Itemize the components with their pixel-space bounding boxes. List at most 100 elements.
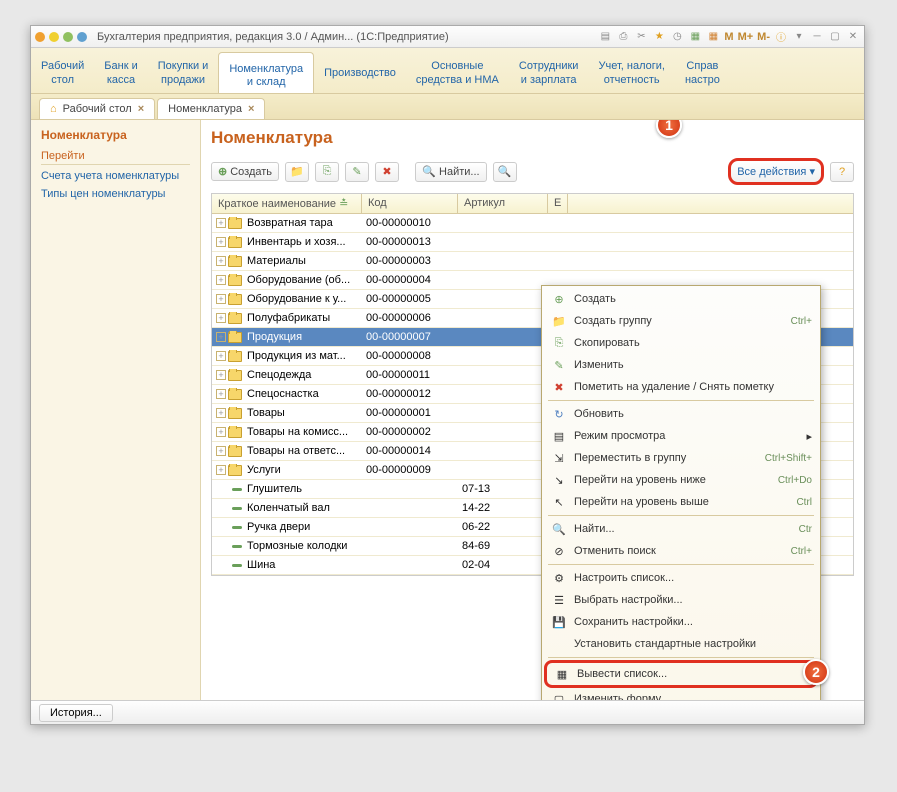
menu-stock[interactable]: Номенклатураи склад xyxy=(218,52,314,93)
tab-nomenclature[interactable]: Номенклатура × xyxy=(157,98,265,119)
menu-item[interactable]: Установить стандартные настройки xyxy=(544,633,818,655)
expand-icon[interactable]: + xyxy=(216,237,226,247)
item-icon xyxy=(232,507,242,510)
col-header-art[interactable]: Артикул xyxy=(458,194,548,213)
titlebar: Бухгалтерия предприятия, редакция 3.0 / … xyxy=(31,26,864,48)
tab-close-button[interactable]: × xyxy=(248,103,254,115)
tb-dot-icon[interactable] xyxy=(49,32,59,42)
tab-close-button[interactable]: × xyxy=(138,103,144,115)
row-code: 00-00000001 xyxy=(362,407,458,419)
search-clear-icon: 🔍 xyxy=(498,165,512,179)
calendar-icon[interactable]: ▦ xyxy=(706,30,720,44)
menu-item[interactable]: ⚙Настроить список... xyxy=(544,567,818,589)
expand-icon[interactable]: + xyxy=(216,465,226,475)
row-article: 84-69 xyxy=(458,540,548,552)
row-article: 02-04 xyxy=(458,559,548,571)
clear-find-button[interactable]: 🔍 xyxy=(493,162,517,182)
row-name: Возвратная тара xyxy=(247,217,333,229)
table-row[interactable]: +Материалы00-00000003 xyxy=(212,252,853,271)
minimize-button[interactable]: ─ xyxy=(810,30,824,44)
row-name: Услуги xyxy=(247,464,281,476)
close-button[interactable]: ✕ xyxy=(846,30,860,44)
menu-item[interactable]: ↘Перейти на уровень нижеCtrl+Do xyxy=(544,469,818,491)
menu-ref[interactable]: Справнастро xyxy=(675,48,730,93)
tb-dot-icon[interactable] xyxy=(77,32,87,42)
expand-icon[interactable]: + xyxy=(216,427,226,437)
col-header-name[interactable]: Краткое наименование ≛ xyxy=(212,194,362,213)
m-minus-button[interactable]: M- xyxy=(757,31,770,43)
find-button[interactable]: 🔍 Найти... xyxy=(415,162,487,182)
expand-icon[interactable]: + xyxy=(216,332,226,342)
sidebar-link-pricetypes[interactable]: Типы цен номенклатуры xyxy=(41,185,190,203)
calc-icon[interactable]: ▦ xyxy=(688,30,702,44)
menu-item[interactable]: ▢Изменить форму... xyxy=(544,688,818,700)
m-button[interactable]: M xyxy=(724,31,733,43)
delete-button[interactable]: ✖ xyxy=(375,162,399,182)
clock-icon[interactable]: ◷ xyxy=(670,30,684,44)
dropdown-icon[interactable]: ▾ xyxy=(792,30,806,44)
menu-bank[interactable]: Банк икасса xyxy=(94,48,147,93)
sidebar-link-accounts[interactable]: Счета учета номенклатуры xyxy=(41,167,190,185)
history-button[interactable]: История... xyxy=(39,704,113,722)
clip-icon[interactable]: ✂ xyxy=(634,30,648,44)
menu-item[interactable]: ▦Вывести список...2 xyxy=(544,660,818,688)
menu-item-label: Изменить форму... xyxy=(574,693,812,700)
menu-item[interactable]: 💾Сохранить настройки... xyxy=(544,611,818,633)
table-row[interactable]: +Возвратная тара00-00000010 xyxy=(212,214,853,233)
menu-hr[interactable]: Сотрудникии зарплата xyxy=(509,48,589,93)
menu-separator xyxy=(548,657,814,658)
menu-item[interactable]: ✖Пометить на удаление / Снять пометку xyxy=(544,376,818,398)
create-button[interactable]: ⊕ Создать xyxy=(211,162,279,181)
toolbar: ⊕ Создать 📁 ⎘ ✎ ✖ 🔍 Найти... 🔍 1 Все дей… xyxy=(211,158,854,185)
menu-item[interactable]: ▤Режим просмотра▸ xyxy=(544,425,818,447)
expand-icon[interactable]: + xyxy=(216,351,226,361)
all-actions-button[interactable]: Все действия ▾ xyxy=(728,158,824,185)
view-icon: ▤ xyxy=(550,428,568,444)
expand-icon[interactable]: + xyxy=(216,408,226,418)
copy-button[interactable]: ⎘ xyxy=(315,162,339,182)
expand-icon[interactable]: + xyxy=(216,370,226,380)
m-plus-button[interactable]: M+ xyxy=(738,31,754,43)
menu-sales[interactable]: Покупки ипродажи xyxy=(148,48,219,93)
menu-item-label: Создать группу xyxy=(574,315,791,327)
menu-accelerator: Ctr xyxy=(799,524,812,535)
doc-icon[interactable]: ▤ xyxy=(598,30,612,44)
menu-item[interactable]: ⊘Отменить поискCtrl+ xyxy=(544,540,818,562)
menu-item-label: Настроить список... xyxy=(574,572,812,584)
menu-item[interactable]: ⊕Создать xyxy=(544,288,818,310)
col-header-code[interactable]: Код xyxy=(362,194,458,213)
menu-production[interactable]: Производство xyxy=(314,48,406,93)
tb-dot-icon[interactable] xyxy=(63,32,73,42)
menu-item[interactable]: ↻Обновить xyxy=(544,403,818,425)
expand-icon[interactable]: + xyxy=(216,218,226,228)
tabs-row: ⌂ Рабочий стол × Номенклатура × xyxy=(31,94,864,120)
menu-item[interactable]: ⇲Переместить в группуCtrl+Shift+ xyxy=(544,447,818,469)
menu-assets[interactable]: Основныесредства и НМА xyxy=(406,48,509,93)
menu-item[interactable]: ⎘Скопировать xyxy=(544,332,818,354)
tab-desktop[interactable]: ⌂ Рабочий стол × xyxy=(39,98,155,119)
table-row[interactable]: +Инвентарь и хозя...00-00000013 xyxy=(212,233,853,252)
col-header-unit[interactable]: Е xyxy=(548,194,568,213)
expand-icon[interactable]: + xyxy=(216,275,226,285)
menu-item[interactable]: 🔍Найти...Ctr xyxy=(544,518,818,540)
menu-tax[interactable]: Учет, налоги,отчетность xyxy=(588,48,674,93)
create-folder-button[interactable]: 📁 xyxy=(285,162,309,182)
expand-icon[interactable]: + xyxy=(216,294,226,304)
help-button[interactable]: ? xyxy=(830,162,854,182)
menu-item[interactable]: ☰Выбрать настройки... xyxy=(544,589,818,611)
info-icon[interactable]: ⓘ xyxy=(774,30,788,44)
menu-item[interactable]: ↖Перейти на уровень вышеCtrl xyxy=(544,491,818,513)
expand-icon[interactable]: + xyxy=(216,256,226,266)
row-code: 00-00000003 xyxy=(362,255,458,267)
maximize-button[interactable]: ▢ xyxy=(828,30,842,44)
star-icon[interactable]: ★ xyxy=(652,30,666,44)
menu-desktop[interactable]: Рабочийстол xyxy=(31,48,94,93)
menu-item[interactable]: 📁Создать группуCtrl+ xyxy=(544,310,818,332)
expand-icon[interactable]: + xyxy=(216,446,226,456)
expand-icon[interactable]: + xyxy=(216,389,226,399)
menu-item[interactable]: ✎Изменить xyxy=(544,354,818,376)
print-icon[interactable]: ⎙ xyxy=(616,30,630,44)
edit-button[interactable]: ✎ xyxy=(345,162,369,182)
expand-icon[interactable]: + xyxy=(216,313,226,323)
context-menu: ⊕Создать📁Создать группуCtrl+⎘Скопировать… xyxy=(541,285,821,700)
